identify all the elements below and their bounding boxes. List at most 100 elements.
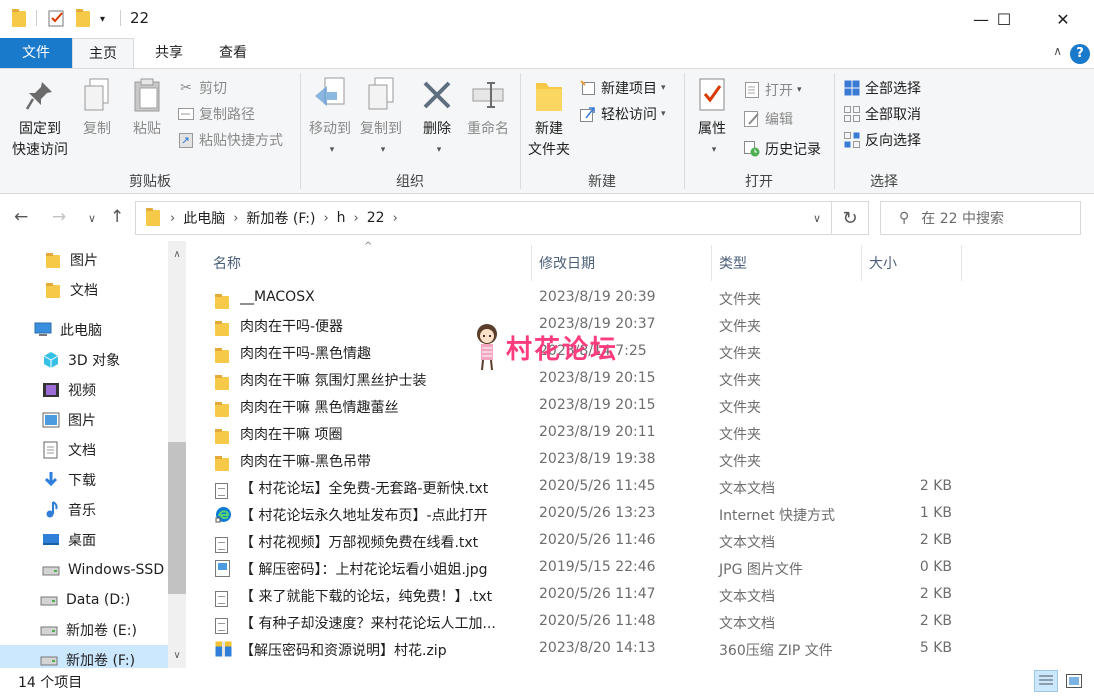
sidebar-item[interactable]: 桌面 xyxy=(0,525,168,555)
copy-button[interactable]: 复制 xyxy=(76,75,118,140)
file-size: 2 KB xyxy=(919,613,952,629)
chevron-right-icon[interactable]: › xyxy=(323,211,328,226)
tab-file[interactable]: 文件 xyxy=(0,38,72,68)
open-button[interactable]: 打开 ▾ xyxy=(744,79,802,101)
sidebar-item[interactable]: 下载 xyxy=(0,465,168,495)
copy-path-button[interactable]: 复制路径 xyxy=(178,103,255,125)
chevron-down-icon: ▾ xyxy=(661,109,666,119)
help-icon[interactable]: ? xyxy=(1070,44,1090,64)
column-divider[interactable] xyxy=(711,245,712,281)
scroll-up-arrow-icon[interactable]: ∧ xyxy=(168,246,186,264)
up-arrow-icon[interactable]: ↑ xyxy=(110,207,124,227)
sidebar-item-label: 图片 xyxy=(68,413,96,429)
column-divider[interactable] xyxy=(861,245,862,281)
table-row[interactable]: 肉肉在干嘛-黑色吊带 2023/8/19 19:38 文件夹 xyxy=(207,447,967,474)
sidebar-item[interactable]: Data (D:) xyxy=(0,585,168,615)
sidebar-item[interactable]: 文档 xyxy=(0,275,168,305)
sidebar-item[interactable]: 文档 xyxy=(0,435,168,465)
invert-selection-button[interactable]: 反向选择 xyxy=(844,129,921,151)
pin-label-line2: 快速访问 xyxy=(12,142,68,158)
large-icons-view-button[interactable] xyxy=(1062,670,1086,692)
history-button[interactable]: 历史记录 xyxy=(744,138,821,160)
scrollbar-thumb[interactable] xyxy=(168,442,186,594)
new-folder-button[interactable]: 新建 文件夹 xyxy=(524,75,574,161)
collapse-ribbon-icon[interactable]: ∧ xyxy=(1053,44,1062,58)
sidebar-item[interactable]: 此电脑 xyxy=(0,315,168,345)
table-row[interactable]: 【 解压密码】：上村花论坛看小姐姐.jpg 2019/5/15 22:46 JPG … xyxy=(207,555,967,582)
customize-quick-access-icon[interactable]: ▾ xyxy=(100,9,105,29)
table-row[interactable]: 【解压密码和资源说明】村花.zip 2023/8/20 14:13 360压缩 ZI… xyxy=(207,636,967,663)
maximize-button[interactable]: ☐ xyxy=(981,0,1027,38)
paste-shortcut-button[interactable]: 粘贴快捷方式 xyxy=(178,129,283,151)
file-type: 360压缩 ZIP 文件 xyxy=(719,643,833,659)
paste-button[interactable]: 粘贴 xyxy=(124,75,170,140)
chevron-down-icon: ▾ xyxy=(797,85,802,95)
new-item-button[interactable]: 新建项目 ▾ xyxy=(580,77,666,99)
text-file-icon xyxy=(215,533,231,553)
scroll-down-arrow-icon[interactable]: ∨ xyxy=(168,647,186,665)
chevron-right-icon[interactable]: › xyxy=(354,211,359,226)
table-row[interactable]: 【 村花论坛永久地址发布页】-点此打开 2020/5/26 13:23 Intern… xyxy=(207,501,967,528)
chevron-right-icon[interactable]: › xyxy=(233,211,238,226)
sidebar-item[interactable]: 3D 对象 xyxy=(0,345,168,375)
close-button[interactable]: ✕ xyxy=(1040,0,1086,38)
tab-view[interactable]: 查看 xyxy=(202,38,264,68)
breadcrumb-drive-f[interactable]: 新加卷 (F:) xyxy=(246,208,315,228)
table-row[interactable]: __MACOSX 2023/8/19 20:39 文件夹 xyxy=(207,285,967,312)
breadcrumb-h[interactable]: h xyxy=(337,210,346,226)
sidebar-item[interactable]: 视频 xyxy=(0,375,168,405)
refresh-button[interactable]: ↻ xyxy=(832,201,869,235)
table-row[interactable]: 【 有种子却没速度？来村花论坛人工加... 2020/5/26 11:48 文本文档… xyxy=(207,609,967,636)
forward-arrow-icon[interactable]: → xyxy=(52,207,66,227)
select-none-button[interactable]: 全部取消 xyxy=(844,103,921,125)
breadcrumb-this-pc[interactable]: 此电脑 xyxy=(183,208,225,228)
move-to-button[interactable]: 移动到 ▾ xyxy=(304,75,356,161)
easy-access-button[interactable]: 轻松访问 ▾ xyxy=(580,103,666,125)
chevron-right-icon[interactable]: › xyxy=(170,211,175,226)
address-bar[interactable]: › 此电脑 › 新加卷 (F:) › h › 22 › ∨ xyxy=(135,201,832,235)
back-arrow-icon[interactable]: ← xyxy=(14,207,28,227)
details-view-button[interactable] xyxy=(1034,670,1058,692)
sidebar-item[interactable]: Windows-SSD xyxy=(0,555,168,585)
table-row[interactable]: 【 来了就能下载的论坛，纯免费！】.txt 2020/5/26 11:47 文本文档… xyxy=(207,582,967,609)
sidebar-item[interactable]: 音乐 xyxy=(0,495,168,525)
recent-locations-chevron-icon[interactable]: ∨ xyxy=(88,212,96,225)
sidebar-item[interactable]: 新加卷 (E:) xyxy=(0,615,168,645)
edit-button[interactable]: 编辑 xyxy=(744,108,793,130)
file-date: 2020/5/26 11:46 xyxy=(539,532,656,548)
breadcrumb-22[interactable]: 22 xyxy=(367,210,385,226)
new-folder-icon[interactable] xyxy=(76,9,90,29)
rename-button[interactable]: 重命名 xyxy=(462,75,514,140)
folder-icon[interactable] xyxy=(12,9,26,29)
column-divider[interactable] xyxy=(961,245,962,281)
chevron-right-icon[interactable]: › xyxy=(393,211,398,226)
cut-button[interactable]: ✂ 剪切 xyxy=(178,77,227,99)
address-dropdown-chevron-icon[interactable]: ∨ xyxy=(813,212,821,225)
select-all-button[interactable]: 全部选择 xyxy=(844,77,921,99)
sidebar-item[interactable]: 图片 xyxy=(0,245,168,275)
copy-icon xyxy=(79,75,115,115)
column-header-name[interactable]: 名称 xyxy=(213,253,241,273)
table-row[interactable]: 【 村花视频】万部视频免费在线看.txt 2020/5/26 11:46 文本文档 2… xyxy=(207,528,967,555)
delete-button[interactable]: 删除 ▾ xyxy=(416,75,458,161)
search-input[interactable]: ⚲ 在 22 中搜索 xyxy=(880,201,1081,235)
file-type: 文件夹 xyxy=(719,346,761,362)
sidebar-item[interactable]: 图片 xyxy=(0,405,168,435)
sidebar-item[interactable]: 新加卷 (F:) xyxy=(0,645,168,668)
search-placeholder: 在 22 中搜索 xyxy=(921,211,1004,227)
search-icon: ⚲ xyxy=(899,210,910,226)
column-header-type[interactable]: 类型 xyxy=(719,253,747,273)
tab-share[interactable]: 共享 xyxy=(138,38,200,68)
column-divider[interactable] xyxy=(531,245,532,281)
table-row[interactable]: 肉肉在干嘛 黑色情趣蕾丝 2023/8/19 20:15 文件夹 xyxy=(207,393,967,420)
pin-to-quick-access-button[interactable]: 固定到 快速访问 xyxy=(6,75,74,161)
column-header-size[interactable]: 大小 xyxy=(869,253,897,273)
properties-icon xyxy=(694,75,730,115)
properties-button[interactable]: 属性 ▾ xyxy=(690,75,734,161)
column-header-date[interactable]: 修改日期 xyxy=(539,253,595,273)
table-row[interactable]: 肉肉在干嘛 项圈 2023/8/19 20:11 文件夹 xyxy=(207,420,967,447)
properties-checkbox-icon[interactable] xyxy=(48,9,66,29)
copy-to-button[interactable]: 复制到 ▾ xyxy=(356,75,406,161)
tab-home[interactable]: 主页 xyxy=(72,38,134,68)
table-row[interactable]: 【 村花论坛】全免费-无套路-更新快.txt 2020/5/26 11:45 文本文… xyxy=(207,474,967,501)
